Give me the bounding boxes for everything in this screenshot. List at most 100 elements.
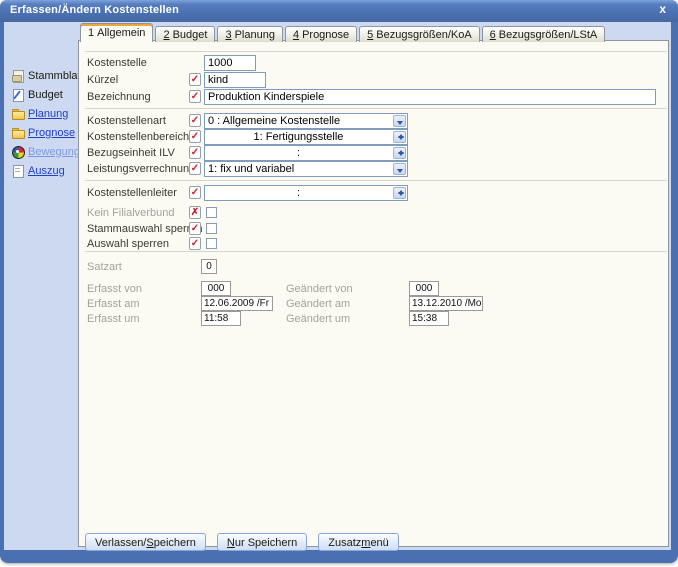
sidebar: Stammblatt Budget Planung Prognose Beweg… — [4, 22, 78, 550]
bezugseinheit-ilv-value: : — [205, 147, 392, 159]
tab-label: Bezugsgrößen/LStA — [499, 29, 597, 41]
edit-check-icon[interactable] — [189, 114, 201, 127]
kostenstellenbereich-select[interactable]: 1: Fertigungsstelle — [204, 129, 408, 145]
edit-check-icon[interactable] — [189, 73, 201, 86]
sidebar-item-label: Stammblatt — [28, 70, 84, 82]
erfasst-um-label: Erfasst um — [87, 313, 140, 325]
tab-label: Allgemein — [97, 27, 145, 39]
spinner-updown-icon[interactable] — [393, 187, 406, 199]
sidebar-item-budget[interactable]: Budget — [11, 85, 84, 104]
stammauswahl-sperren-label: Stammauswahl sperren — [87, 223, 203, 235]
leistungsverrechnung-label: Leistungsverrechnung — [87, 163, 195, 175]
kostenstellenleiter-select[interactable]: : — [204, 185, 408, 201]
tab-bezugsgroessen-lsta[interactable]: 6Bezugsgrößen/LStA — [482, 26, 606, 42]
tab-allgemein[interactable]: 1Allgemein — [80, 23, 153, 42]
kostenstelle-label: Kostenstelle — [87, 57, 147, 69]
sheet-icon — [11, 69, 24, 82]
edit-check-icon[interactable] — [189, 146, 201, 159]
chevron-down-icon[interactable] — [393, 115, 406, 127]
edit-check-icon[interactable] — [189, 130, 201, 143]
title-bar: Erfassen/Ändern Kostenstellen x — [0, 0, 678, 22]
page-pencil-icon — [11, 88, 24, 101]
auswahl-sperren-checkbox[interactable] — [206, 238, 217, 249]
edit-check-icon[interactable] — [189, 162, 201, 175]
button-text: enü — [370, 537, 388, 549]
sidebar-item-label: Bewegung — [28, 146, 80, 158]
app-window: Erfassen/Ändern Kostenstellen x Stammbla… — [0, 0, 678, 563]
tab-planung[interactable]: 3Planung — [217, 26, 283, 42]
kostenstellenart-label: Kostenstellenart — [87, 115, 166, 127]
geaendert-von-label: Geändert von — [286, 283, 353, 295]
kostenstelle-input[interactable] — [204, 55, 256, 71]
geaendert-von-value: 000 — [409, 281, 439, 296]
geaendert-um-label: Geändert um — [286, 313, 350, 325]
kostenstellenart-select[interactable]: 0 : Allgemeine Kostenstelle — [204, 113, 408, 129]
sidebar-item-label: Prognose — [28, 127, 75, 139]
button-accelerator: N — [227, 537, 235, 549]
sidebar-item-bewegung[interactable]: Bewegung — [11, 142, 84, 161]
bezeichnung-input[interactable] — [204, 89, 656, 105]
erfasst-um-value: 11:58 — [201, 311, 241, 326]
close-icon[interactable]: x — [659, 2, 666, 16]
sidebar-item-stammblatt[interactable]: Stammblatt — [11, 66, 84, 85]
button-text: peichern — [154, 537, 196, 549]
tab-accelerator: 1 — [88, 27, 94, 39]
leistungsverrechnung-value: 1: fix und variabel — [205, 163, 392, 175]
satzart-value: 0 — [201, 259, 217, 274]
edit-cross-icon[interactable] — [189, 206, 201, 219]
spinner-updown-icon[interactable] — [393, 147, 406, 159]
sidebar-item-auszug[interactable]: Auszug — [11, 161, 84, 180]
tab-label: Bezugsgrößen/KoA — [376, 29, 471, 41]
verlassen-speichern-button[interactable]: Verlassen/Speichern — [85, 533, 206, 551]
kein-filialverbund-label: Kein Filialverbund — [87, 207, 174, 219]
kuerzel-input[interactable] — [204, 72, 266, 88]
kostenstellenbereich-label: Kostenstellenbereich — [87, 131, 189, 143]
tab-bar: 1Allgemein 2Budget 3Planung 4Prognose 5B… — [80, 24, 605, 42]
tab-budget[interactable]: 2Budget — [155, 26, 215, 42]
document-icon — [11, 164, 24, 177]
separator — [85, 51, 667, 52]
tab-bezugsgroessen-koa[interactable]: 5Bezugsgrößen/KoA — [359, 26, 480, 42]
geaendert-um-value: 15:38 — [409, 311, 449, 326]
button-text: ur Speichern — [235, 537, 297, 549]
satzart-label: Satzart — [87, 261, 122, 273]
bezugseinheit-ilv-select[interactable]: : — [204, 145, 408, 161]
erfasst-von-value: 000 — [201, 281, 231, 296]
window-body: Stammblatt Budget Planung Prognose Beweg… — [4, 22, 671, 550]
button-text: Zusatz — [328, 537, 361, 549]
kostenstellenleiter-value: : — [205, 187, 392, 199]
tab-label: Budget — [173, 29, 208, 41]
edit-check-icon[interactable] — [189, 237, 201, 250]
sidebar-item-label: Planung — [28, 108, 68, 120]
button-accelerator: S — [146, 537, 153, 549]
bezugseinheit-ilv-label: Bezugseinheit ILV — [87, 147, 175, 159]
sidebar-item-prognose[interactable]: Prognose — [11, 123, 84, 142]
chevron-down-icon[interactable] — [393, 163, 406, 175]
kein-filialverbund-checkbox[interactable] — [206, 207, 217, 218]
tab-page-allgemein: Kostenstelle Kürzel Bezeichnung Kostenst… — [78, 40, 669, 547]
sidebar-item-planung[interactable]: Planung — [11, 104, 84, 123]
nur-speichern-button[interactable]: Nur Speichern — [217, 533, 307, 551]
stammauswahl-sperren-checkbox[interactable] — [206, 223, 217, 234]
edit-check-icon[interactable] — [189, 222, 201, 235]
separator — [85, 108, 667, 109]
edit-check-icon[interactable] — [189, 186, 201, 199]
footer-button-row: Verlassen/Speichern Nur Speichern Zusatz… — [85, 533, 399, 551]
kuerzel-label: Kürzel — [87, 74, 118, 86]
folder-icon — [11, 126, 24, 139]
edit-check-icon[interactable] — [189, 90, 201, 103]
kostenstellenleiter-label: Kostenstellenleiter — [87, 187, 177, 199]
tab-prognose[interactable]: 4Prognose — [285, 26, 357, 42]
zusatzmenu-button[interactable]: Zusatzmenü — [318, 533, 399, 551]
button-text: Verlassen/ — [95, 537, 146, 549]
geaendert-am-label: Geändert am — [286, 298, 350, 310]
tab-accelerator: 6 — [490, 29, 496, 41]
separator — [85, 180, 667, 181]
spinner-updown-icon[interactable] — [393, 131, 406, 143]
folder-icon — [11, 107, 24, 120]
kostenstellenart-value: 0 : Allgemeine Kostenstelle — [205, 115, 392, 127]
window-title: Erfassen/Ändern Kostenstellen — [10, 4, 179, 16]
leistungsverrechnung-select[interactable]: 1: fix und variabel — [204, 161, 408, 177]
erfasst-von-label: Erfasst von — [87, 283, 142, 295]
geaendert-am-value: 13.12.2010 /Mo — [409, 296, 483, 311]
